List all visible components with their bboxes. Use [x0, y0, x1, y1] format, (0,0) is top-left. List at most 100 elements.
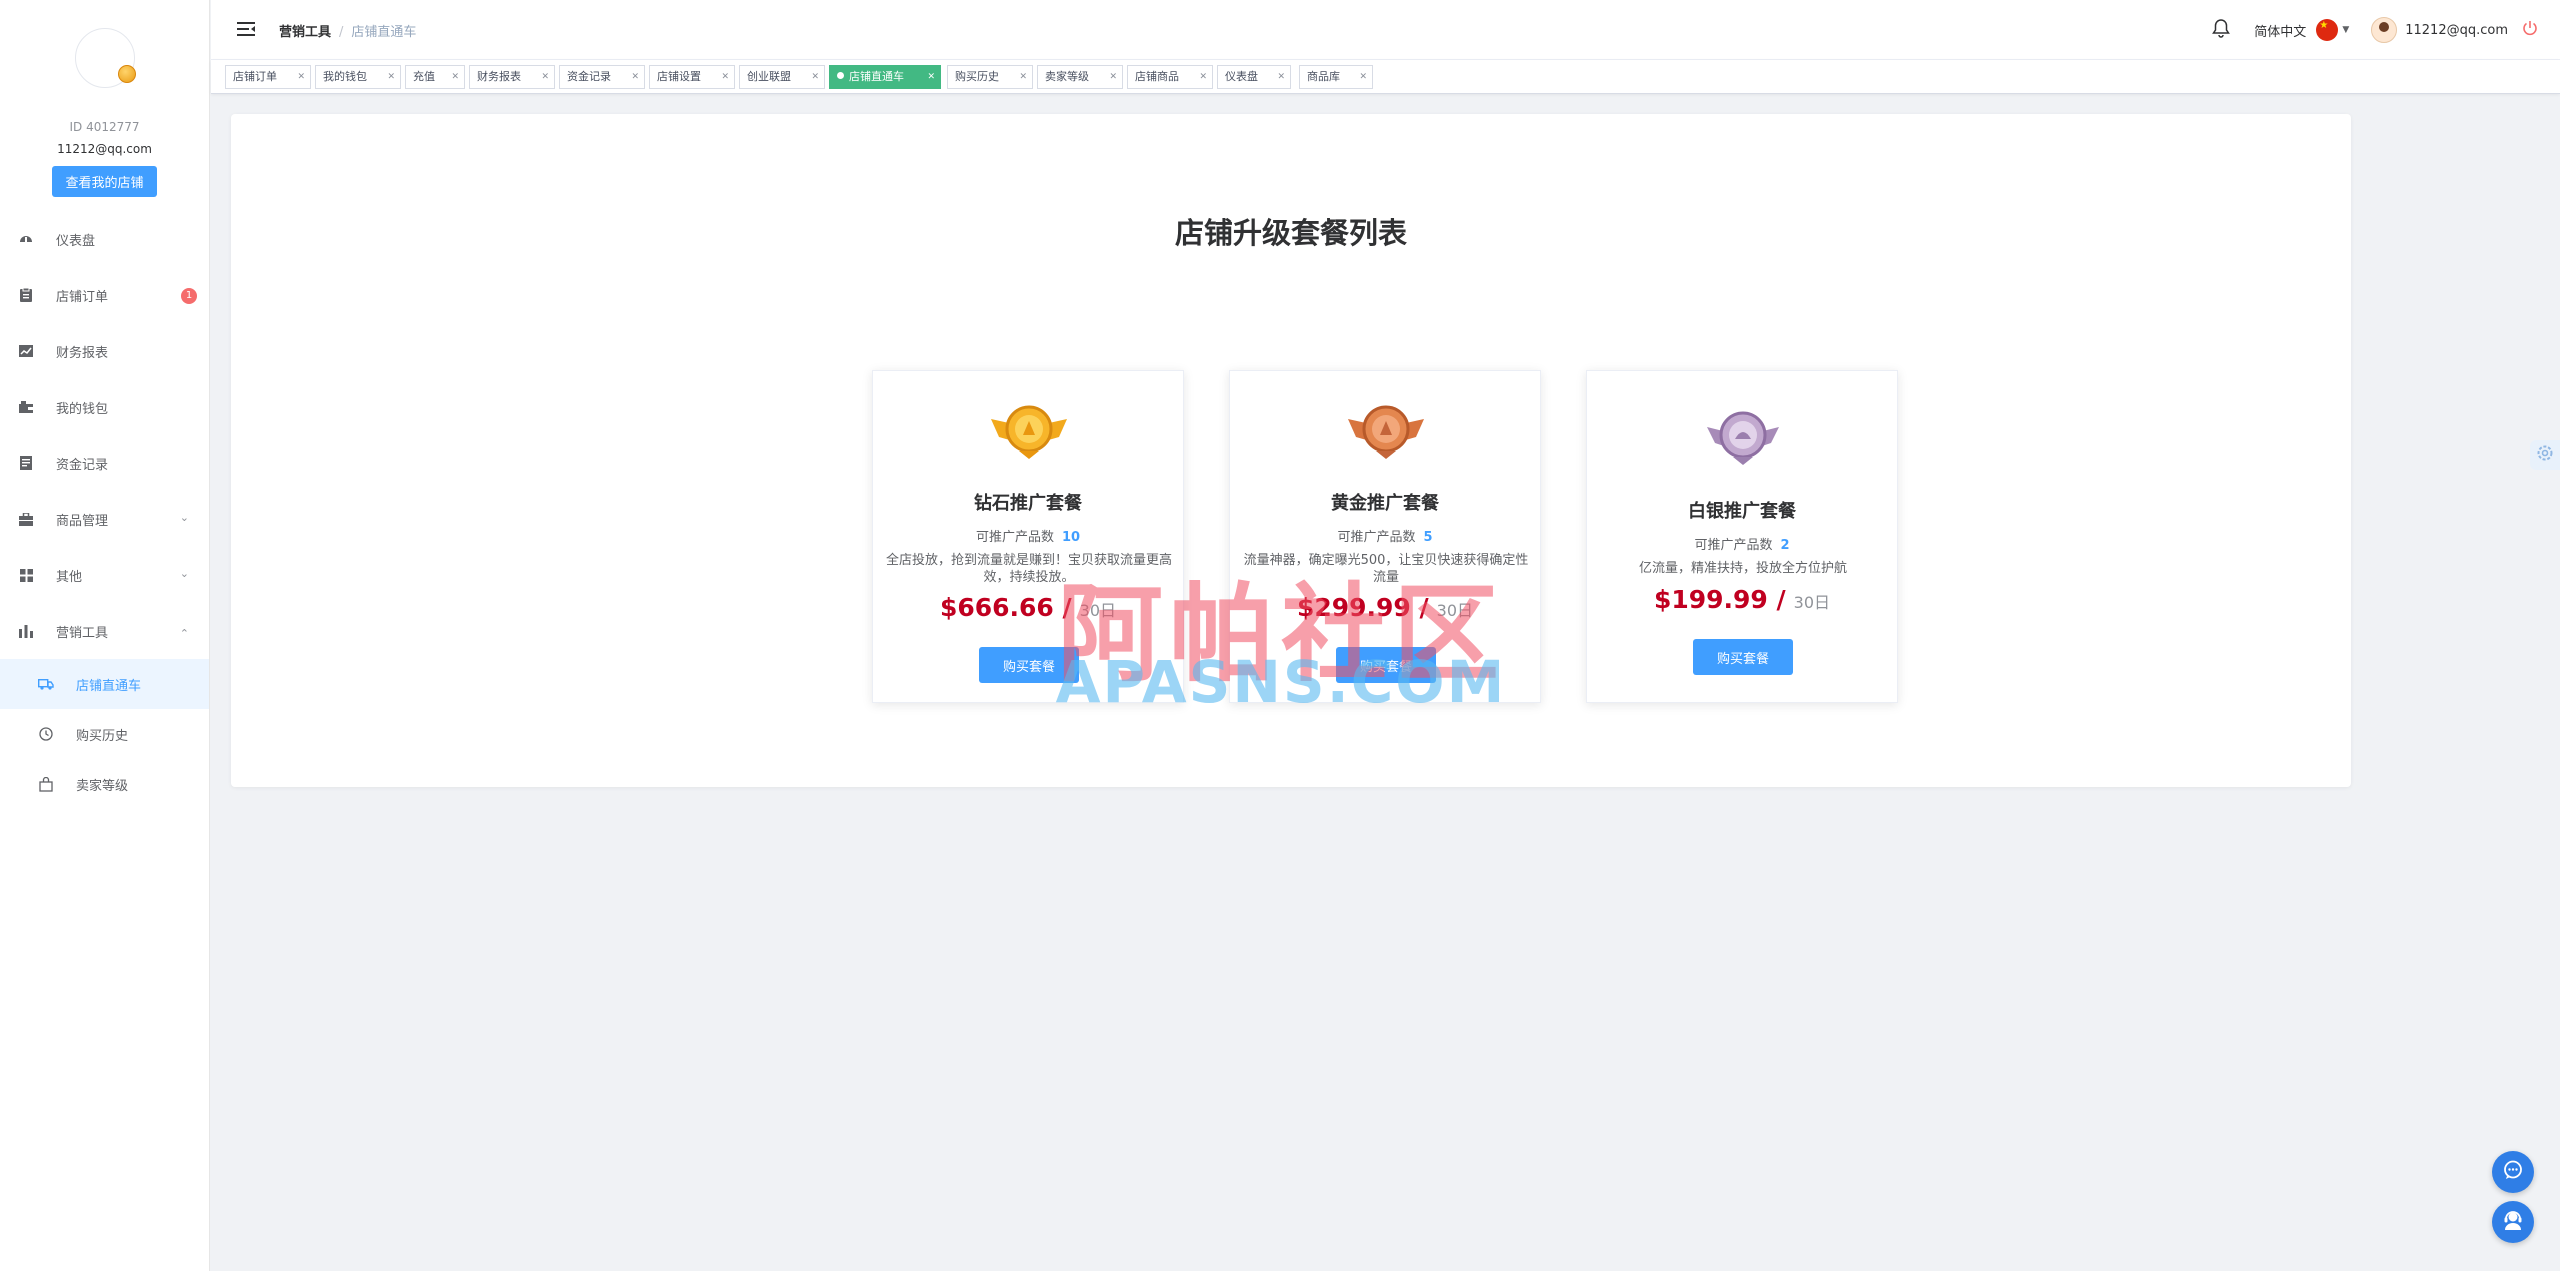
close-icon[interactable]: ✕ [387, 66, 395, 88]
tag-financial-reports[interactable]: 财务报表 ✕ [469, 65, 555, 89]
bronze-medal-icon [1348, 405, 1424, 459]
tag-recharge[interactable]: 充值 ✕ [405, 65, 465, 89]
user-name[interactable]: 11212@qq.com [2405, 23, 2508, 38]
view-my-shop-button[interactable]: 查看我的店铺 [52, 166, 157, 197]
count-value: 5 [1423, 530, 1433, 545]
count-value: 10 [1061, 530, 1081, 545]
close-icon[interactable]: ✕ [1199, 66, 1207, 88]
customer-service-button[interactable] [2492, 1201, 2534, 1243]
user-avatar[interactable] [2371, 17, 2398, 43]
upgrade-plans-card: 店铺升级套餐列表 钻石推广套餐 可推广产品数 10 全店投放，抢到流量就是赚到！宝… [231, 114, 2351, 787]
plan-price: $666.66 / 30日 [873, 593, 1183, 622]
plan-name: 白银推广套餐 [1688, 501, 1796, 522]
sidebar-item-label: 商品管理 [56, 513, 109, 529]
grid-icon [18, 567, 34, 583]
sidebar-item-financial-reports[interactable]: 财务报表 [0, 323, 209, 379]
caret-down-icon[interactable]: ▼ [2342, 25, 2349, 35]
plan-description: 亿流量，精准扶持，投放全方位护航 [1638, 561, 1847, 576]
settings-drawer-tab[interactable] [2530, 440, 2560, 470]
sidebar-item-purchase-history[interactable]: 购买历史 [0, 709, 209, 759]
sidebar-item-label: 财务报表 [56, 345, 109, 361]
close-icon[interactable]: ✕ [1109, 66, 1117, 88]
tag-seller-level[interactable]: 卖家等级 ✕ [1037, 65, 1123, 89]
sidebar-item-other[interactable]: 其他 ⌄ [0, 547, 209, 603]
sidebar-item-label: 卖家等级 [76, 778, 129, 794]
plan-name: 钻石推广套餐 [974, 493, 1082, 514]
plan-card-gold: 黄金推广套餐 可推广产品数 5 流量神器，确定曝光500，让宝贝快速获得确定性流量… [1229, 370, 1541, 703]
clipboard-icon [18, 287, 34, 303]
close-icon[interactable]: ✕ [811, 66, 819, 88]
sidebar-item-shop-express[interactable]: 店铺直通车 [0, 659, 209, 709]
close-icon[interactable]: ✕ [631, 66, 639, 88]
close-icon[interactable]: ✕ [721, 66, 729, 88]
active-dot [837, 72, 844, 79]
sidebar-item-marketing-tools[interactable]: 营销工具 ⌃ [0, 603, 209, 659]
count-label: 可推广产品数 [975, 530, 1054, 545]
close-icon[interactable]: ✕ [927, 66, 935, 88]
tag-fund-records[interactable]: 资金记录 ✕ [559, 65, 645, 89]
sidebar-item-shop-orders[interactable]: 店铺订单 1 [0, 267, 209, 323]
tag-label: 财务报表 [477, 70, 521, 83]
bell-icon[interactable] [2212, 18, 2231, 42]
user-email: 11212@qq.com [57, 142, 152, 156]
hamburger-menu-icon[interactable] [237, 21, 255, 41]
breadcrumb-parent[interactable]: 营销工具 [279, 25, 331, 40]
plan-card-silver: 白银推广套餐 可推广产品数 2 亿流量，精准扶持，投放全方位护航 $199.99 … [1586, 370, 1898, 703]
sidebar-item-label: 资金记录 [56, 457, 109, 473]
close-icon[interactable]: ✕ [1019, 66, 1027, 88]
tag-startup-alliance[interactable]: 创业联盟 ✕ [739, 65, 825, 89]
chart-line-icon [18, 343, 34, 359]
buy-plan-button[interactable]: 购买套餐 [979, 647, 1079, 683]
sidebar-item-label: 店铺订单 [56, 289, 109, 305]
tag-shop-orders[interactable]: 店铺订单 ✕ [225, 65, 311, 89]
buy-plan-button[interactable]: 购买套餐 [1693, 639, 1793, 675]
tag-label: 充值 [413, 70, 435, 83]
bar-chart-icon [18, 623, 34, 639]
sidebar-menu: 仪表盘 店铺订单 1 财务报表 我的钱包 资金记录 商品管理 ⌄ 其他 ⌄ 营销… [0, 211, 209, 809]
sidebar: ID 4012777 11212@qq.com 查看我的店铺 仪表盘 店铺订单 … [0, 0, 210, 1271]
sidebar-item-label: 我的钱包 [56, 401, 109, 417]
tag-shop-settings[interactable]: 店铺设置 ✕ [649, 65, 735, 89]
tag-label: 创业联盟 [747, 70, 791, 83]
plan-price: $199.99 / 30日 [1587, 585, 1897, 614]
price-amount: $299.99 / [1296, 593, 1429, 622]
tags-view-bar: 店铺订单 ✕ 我的钱包 ✕ 充值 ✕ 财务报表 ✕ 资金记录 ✕ 店铺设置 ✕ 创业联盟 ✕ … [211, 60, 2560, 94]
sidebar-item-my-wallet[interactable]: 我的钱包 [0, 379, 209, 435]
plan-product-count: 可推广产品数 2 [1587, 534, 1897, 553]
china-flag-icon[interactable]: ★ [2316, 19, 2339, 41]
breadcrumb-separator: / [339, 25, 344, 40]
chevron-down-icon: ⌄ [179, 567, 189, 580]
avatar[interactable] [74, 28, 136, 88]
price-amount: $199.99 / [1653, 585, 1786, 614]
chevron-down-icon: ⌄ [179, 511, 189, 524]
plan-product-count: 可推广产品数 10 [873, 526, 1183, 545]
plan-description: 流量神器，确定曝光500，让宝贝快速获得确定性流量 [1243, 553, 1529, 585]
shopping-bag-icon [38, 776, 54, 792]
price-period: 30日 [1436, 601, 1474, 620]
buy-plan-button[interactable]: 购买套餐 [1336, 647, 1436, 683]
tag-shop-products[interactable]: 店铺商品 ✕ [1127, 65, 1213, 89]
close-icon[interactable]: ✕ [297, 66, 305, 88]
sidebar-item-product-management[interactable]: 商品管理 ⌄ [0, 491, 209, 547]
language-selector[interactable]: 简体中文 [2254, 21, 2306, 40]
close-icon[interactable]: ✕ [541, 66, 549, 88]
sidebar-item-fund-records[interactable]: 资金记录 [0, 435, 209, 491]
sidebar-item-dashboard[interactable]: 仪表盘 [0, 211, 209, 267]
sidebar-item-seller-level[interactable]: 卖家等级 [0, 759, 209, 809]
power-icon[interactable] [2522, 20, 2538, 40]
tag-label: 卖家等级 [1045, 70, 1089, 83]
headset-agent-icon [2501, 1208, 2525, 1236]
close-icon[interactable]: ✕ [1359, 66, 1367, 88]
tag-dashboard[interactable]: 仪表盘 ✕ [1217, 65, 1291, 89]
tag-shop-express[interactable]: 店铺直通车 ✕ [829, 65, 941, 89]
tag-purchase-history[interactable]: 购买历史 ✕ [947, 65, 1033, 89]
tag-my-wallet[interactable]: 我的钱包 ✕ [315, 65, 401, 89]
close-icon[interactable]: ✕ [451, 66, 459, 88]
chevron-up-icon: ⌃ [179, 627, 189, 640]
plan-name: 黄金推广套餐 [1331, 493, 1439, 514]
close-icon[interactable]: ✕ [1277, 66, 1285, 88]
sidebar-item-label: 营销工具 [56, 625, 109, 641]
tag-product-library[interactable]: 商品库 ✕ [1299, 65, 1373, 89]
chat-button[interactable] [2492, 1151, 2534, 1193]
top-header: 营销工具 / 店铺直通车 简体中文 ★ ▼ 11212@qq.com [211, 0, 2560, 60]
